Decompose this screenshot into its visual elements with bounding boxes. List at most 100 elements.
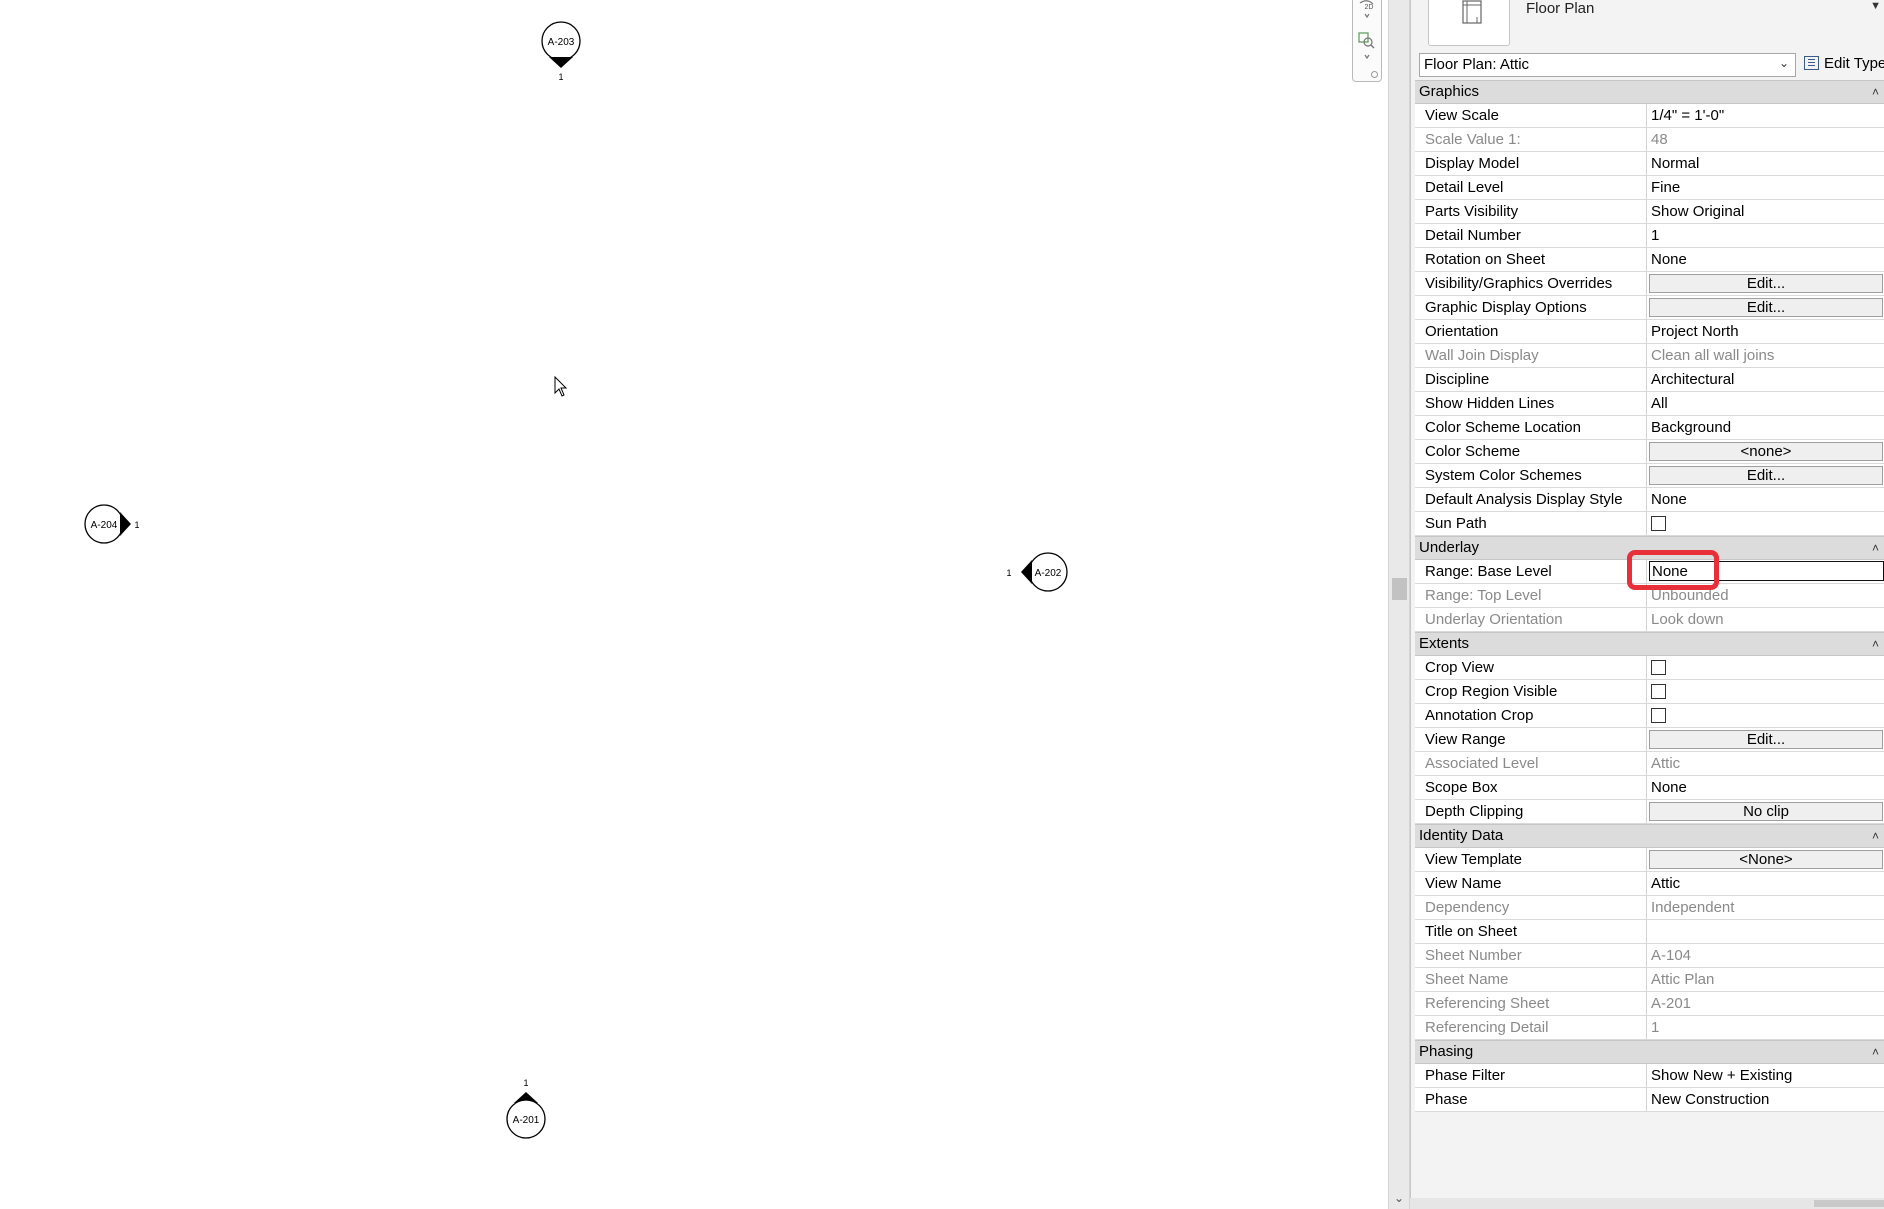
- group-header-underlay[interactable]: Underlay ˄: [1415, 536, 1884, 560]
- property-value[interactable]: Attic: [1647, 872, 1884, 895]
- property-value[interactable]: Project North: [1647, 320, 1884, 343]
- property-value-button[interactable]: <none>: [1649, 442, 1883, 461]
- property-row-orientation[interactable]: Orientation Project North: [1415, 320, 1884, 344]
- property-name: Annotation Crop: [1415, 704, 1647, 727]
- canvas-vertical-scrollbar[interactable]: ⌄: [1388, 0, 1410, 1209]
- property-row-color-scheme[interactable]: Color Scheme <none>: [1415, 440, 1884, 464]
- property-value[interactable]: New Construction: [1647, 1088, 1884, 1111]
- property-value[interactable]: Background: [1647, 416, 1884, 439]
- property-checkbox[interactable]: [1651, 516, 1666, 531]
- scrollbar-thumb[interactable]: [1814, 1200, 1884, 1207]
- property-row-parts-visibility[interactable]: Parts Visibility Show Original: [1415, 200, 1884, 224]
- edit-type-button[interactable]: Edit Type: [1804, 53, 1884, 77]
- property-row-color-scheme-location[interactable]: Color Scheme Location Background: [1415, 416, 1884, 440]
- group-header-identity-data[interactable]: Identity Data ˄: [1415, 824, 1884, 848]
- steering-wheel-2d-icon[interactable]: 2D: [1357, 0, 1377, 22]
- property-value-button[interactable]: Edit...: [1649, 274, 1883, 293]
- collapse-group-icon[interactable]: ˄: [1872, 537, 1879, 559]
- collapse-group-icon[interactable]: ˄: [1872, 81, 1879, 103]
- zoom-region-icon[interactable]: [1357, 30, 1377, 60]
- type-selector-dropdown-icon[interactable]: ▼: [1870, 0, 1881, 12]
- property-name: View Template: [1415, 848, 1647, 871]
- property-row-scope-box[interactable]: Scope Box None: [1415, 776, 1884, 800]
- property-row-crop-view[interactable]: Crop View: [1415, 656, 1884, 680]
- property-value[interactable]: None: [1647, 776, 1884, 799]
- property-value[interactable]: Normal: [1647, 152, 1884, 175]
- property-name: Detail Level: [1415, 176, 1647, 199]
- collapse-group-icon[interactable]: ˄: [1872, 1041, 1879, 1063]
- property-value-button[interactable]: No clip: [1649, 802, 1883, 821]
- property-row-display-model[interactable]: Display Model Normal: [1415, 152, 1884, 176]
- drawing-canvas[interactable]: A-203 1 A-204 1 A-202 1 1 A-201: [0, 0, 1388, 1209]
- elevation-marker-a-202[interactable]: A-202 1: [1004, 551, 1070, 595]
- properties-palette: Floor Plan ▼ Floor Plan: Attic ⌄ Edit Ty…: [1410, 0, 1884, 1209]
- property-value[interactable]: Architectural: [1647, 368, 1884, 391]
- property-value-button[interactable]: <None>: [1649, 850, 1883, 869]
- property-value: 1: [1651, 1019, 1660, 1036]
- property-row-show-hidden-lines[interactable]: Show Hidden Lines All: [1415, 392, 1884, 416]
- base-level-input[interactable]: None: [1649, 561, 1884, 581]
- group-header-extents[interactable]: Extents ˄: [1415, 632, 1884, 656]
- property-row-view-range[interactable]: View Range Edit...: [1415, 728, 1884, 752]
- type-selector[interactable]: Floor Plan ▼: [1419, 0, 1884, 50]
- group-header-phasing[interactable]: Phasing ˄: [1415, 1040, 1884, 1064]
- properties-horizontal-scrollbar[interactable]: [1410, 1198, 1884, 1209]
- property-row-system-color-schemes[interactable]: System Color Schemes Edit...: [1415, 464, 1884, 488]
- property-value[interactable]: None: [1647, 248, 1884, 271]
- property-name: Display Model: [1415, 152, 1647, 175]
- property-value: Look down: [1651, 611, 1724, 628]
- property-value-cell: None: [1647, 560, 1884, 583]
- property-row-range-base-level[interactable]: Range: Base Level None: [1415, 560, 1884, 584]
- property-name: Phase Filter: [1415, 1064, 1647, 1087]
- property-row-detail-level[interactable]: Detail Level Fine: [1415, 176, 1884, 200]
- property-row-crop-region-visible[interactable]: Crop Region Visible: [1415, 680, 1884, 704]
- property-row-rotation-on-sheet[interactable]: Rotation on Sheet None: [1415, 248, 1884, 272]
- property-value-button[interactable]: Edit...: [1649, 466, 1883, 485]
- scrollbar-thumb[interactable]: [1392, 578, 1407, 600]
- property-name: Color Scheme Location: [1415, 416, 1647, 439]
- property-value[interactable]: 1: [1647, 224, 1884, 247]
- property-checkbox[interactable]: [1651, 708, 1666, 723]
- property-row-view-scale[interactable]: View Scale 1/4" = 1'-0": [1415, 104, 1884, 128]
- property-row-view-name[interactable]: View Name Attic: [1415, 872, 1884, 896]
- property-row-sun-path[interactable]: Sun Path: [1415, 512, 1884, 536]
- edit-type-label: Edit Type: [1824, 55, 1884, 72]
- property-name: Sheet Number: [1415, 944, 1647, 967]
- property-checkbox[interactable]: [1651, 684, 1666, 699]
- property-row-phase-filter[interactable]: Phase Filter Show New + Existing: [1415, 1064, 1884, 1088]
- property-value[interactable]: All: [1647, 392, 1884, 415]
- group-header-graphics[interactable]: Graphics ˄: [1415, 80, 1884, 104]
- property-row-default-analysis-display-style[interactable]: Default Analysis Display Style None: [1415, 488, 1884, 512]
- property-value[interactable]: [1647, 920, 1884, 943]
- property-value[interactable]: None: [1647, 488, 1884, 511]
- property-name: Visibility/Graphics Overrides: [1415, 272, 1647, 295]
- property-row-depth-clipping[interactable]: Depth Clipping No clip: [1415, 800, 1884, 824]
- instance-filter-select[interactable]: Floor Plan: Attic ⌄: [1419, 53, 1796, 77]
- property-name: Detail Number: [1415, 224, 1647, 247]
- property-value[interactable]: Show Original: [1647, 200, 1884, 223]
- scroll-down-arrow-icon[interactable]: ⌄: [1394, 1191, 1404, 1205]
- property-row-phase[interactable]: Phase New Construction: [1415, 1088, 1884, 1112]
- navbar-options-icon[interactable]: [1371, 71, 1378, 78]
- property-value[interactable]: 1/4" = 1'-0": [1647, 104, 1884, 127]
- property-row-graphic-display-options[interactable]: Graphic Display Options Edit...: [1415, 296, 1884, 320]
- property-row-annotation-crop[interactable]: Annotation Crop: [1415, 704, 1884, 728]
- property-value-button[interactable]: Edit...: [1649, 730, 1883, 749]
- property-value[interactable]: Show New + Existing: [1647, 1064, 1884, 1087]
- property-value: Attic: [1651, 755, 1681, 772]
- elevation-marker-a-203[interactable]: A-203 1: [538, 18, 584, 84]
- property-value-button[interactable]: Edit...: [1649, 298, 1883, 317]
- collapse-group-icon[interactable]: ˄: [1872, 825, 1879, 847]
- property-row-visibility-graphics-overrides[interactable]: Visibility/Graphics Overrides Edit...: [1415, 272, 1884, 296]
- property-value[interactable]: Fine: [1647, 176, 1884, 199]
- property-row-discipline[interactable]: Discipline Architectural: [1415, 368, 1884, 392]
- collapse-group-icon[interactable]: ˄: [1872, 633, 1879, 655]
- elevation-detail-number: 1: [523, 1078, 528, 1088]
- property-row-view-template[interactable]: View Template <None>: [1415, 848, 1884, 872]
- elevation-marker-a-204[interactable]: A-204 1: [83, 503, 149, 547]
- property-value: Clean all wall joins: [1651, 347, 1775, 364]
- property-row-title-on-sheet[interactable]: Title on Sheet: [1415, 920, 1884, 944]
- elevation-marker-a-201[interactable]: 1 A-201: [503, 1076, 549, 1142]
- property-row-detail-number[interactable]: Detail Number 1: [1415, 224, 1884, 248]
- property-checkbox[interactable]: [1651, 660, 1666, 675]
